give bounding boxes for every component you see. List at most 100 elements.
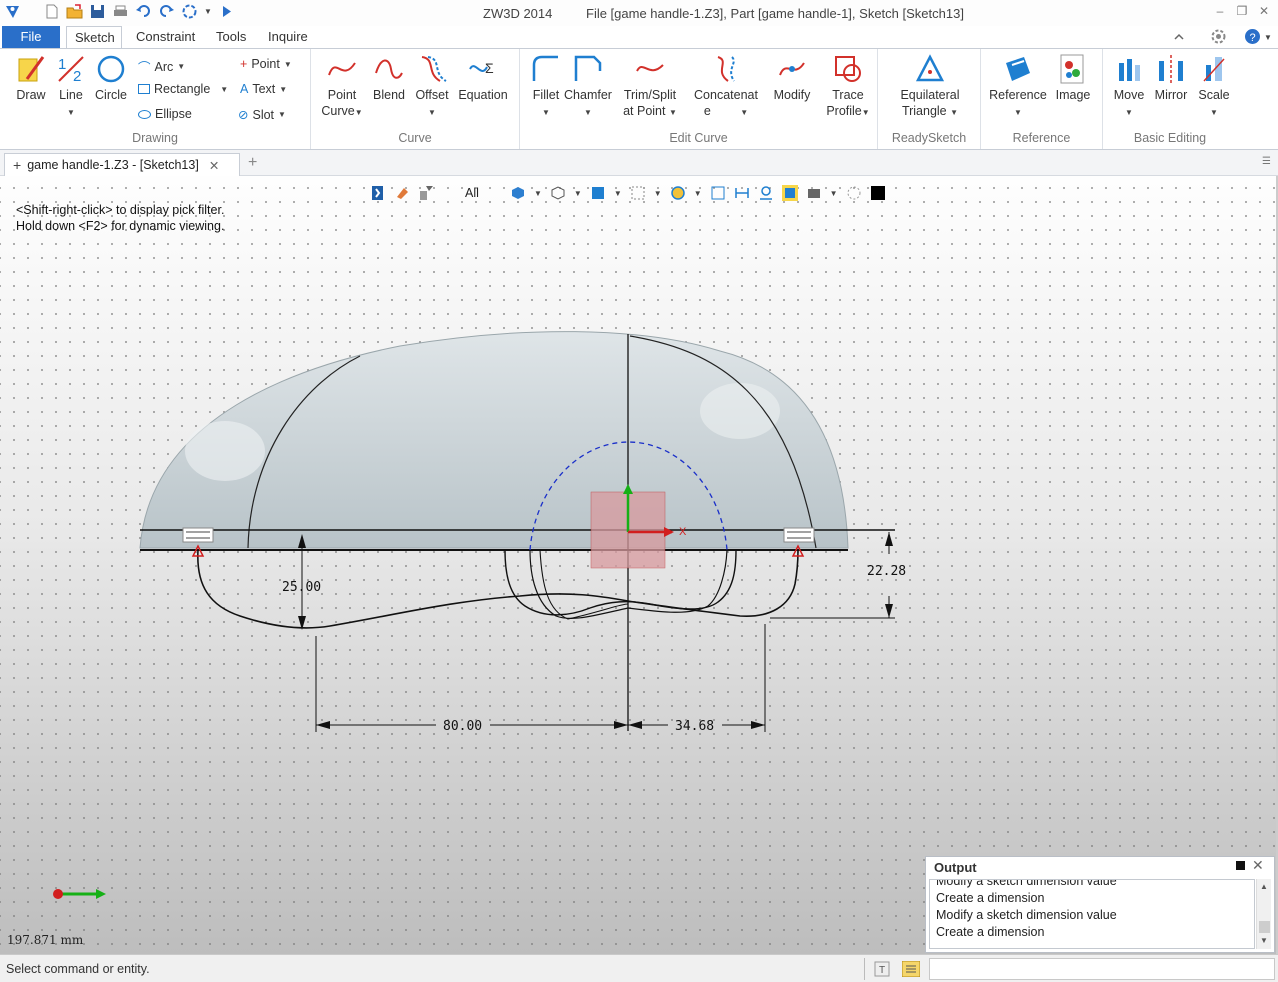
tab-file[interactable]: File — [2, 26, 60, 48]
scale-button[interactable]: Scale ▼ — [1193, 53, 1235, 121]
chamfer-dropdown-icon[interactable]: ▼ — [584, 108, 592, 117]
concatenate-dropdown-icon[interactable]: ▼ — [740, 108, 748, 117]
dimension-25-value[interactable]: 25.00 — [282, 580, 321, 595]
ellipse-button[interactable]: Ellipse — [138, 107, 192, 121]
settings-gear-icon[interactable] — [1210, 28, 1227, 45]
output-log[interactable]: Modify a sketch dimension value Create a… — [929, 879, 1255, 949]
close-tab-icon[interactable]: ✕ — [209, 158, 219, 173]
equilateral-dropdown-icon[interactable]: ▼ — [950, 108, 958, 117]
scale-dropdown-icon[interactable]: ▼ — [1210, 108, 1218, 117]
scroll-down-icon[interactable]: ▼ — [1260, 936, 1268, 945]
open-folder-icon[interactable] — [66, 3, 83, 20]
mirror-button[interactable]: Mirror — [1149, 53, 1193, 103]
slot-dropdown-icon[interactable]: ▼ — [278, 110, 286, 119]
point-button[interactable]: + Point ▼ — [240, 57, 292, 71]
reference-button[interactable]: Reference ▼ — [987, 53, 1049, 121]
fillet-button[interactable]: Fillet ▼ — [526, 53, 566, 121]
redo-icon[interactable] — [158, 3, 175, 20]
dimension-34-value[interactable]: 34.68 — [675, 719, 714, 734]
tab-sketch[interactable]: Sketch — [66, 26, 122, 49]
fillet-dropdown-icon[interactable]: ▼ — [542, 108, 550, 117]
scroll-up-icon[interactable]: ▲ — [1260, 882, 1268, 891]
regen-icon[interactable] — [181, 3, 198, 20]
document-tab[interactable]: + game handle-1.Z3 - [Sketch13] ✕ — [4, 153, 240, 176]
modify-button[interactable]: Modify — [768, 53, 816, 103]
circle-button[interactable]: Circle — [92, 53, 130, 103]
concatenate-button[interactable]: Concatenat e ▼ — [690, 53, 762, 121]
constraint-glyph-right[interactable] — [783, 527, 815, 543]
new-file-icon[interactable] — [43, 3, 60, 20]
close-icon[interactable]: ✕ — [1254, 4, 1274, 20]
status-log-icon[interactable] — [902, 961, 920, 977]
trace-profile-label-1: Trace — [832, 88, 864, 102]
output-pin-icon[interactable] — [1236, 861, 1245, 870]
arc-label: Arc — [154, 59, 174, 74]
point-curve-label-1: Point — [327, 88, 357, 102]
slot-button[interactable]: ⊘ Slot ▼ — [238, 107, 286, 123]
tab-list-icon[interactable]: ☰ — [1262, 156, 1271, 167]
restore-icon[interactable]: ❐ — [1232, 4, 1252, 20]
trace-profile-dropdown-icon[interactable]: ▼ — [862, 108, 870, 117]
group-label-reference: Reference — [1012, 131, 1071, 145]
print-icon[interactable] — [112, 3, 129, 20]
arc-dropdown-icon[interactable]: ▼ — [177, 62, 185, 71]
undo-icon[interactable] — [135, 3, 152, 20]
rectangle-button[interactable]: Rectangle ▼ — [138, 82, 228, 96]
scroll-thumb[interactable] — [1259, 921, 1270, 933]
save-icon[interactable] — [89, 3, 106, 20]
dimension-22-value[interactable]: 22.28 — [867, 564, 906, 579]
arc-button[interactable]: ⌒ Arc ▼ — [138, 57, 185, 76]
pin-icon[interactable]: + — [13, 157, 21, 173]
rectangle-dropdown-icon[interactable]: ▼ — [220, 85, 228, 94]
output-scrollbar[interactable]: ▲ ▼ — [1256, 879, 1271, 949]
move-dropdown-icon[interactable]: ▼ — [1125, 108, 1133, 117]
draw-pencil-icon — [18, 56, 45, 82]
group-label-curve: Curve — [398, 131, 432, 145]
fillet-icon — [532, 55, 558, 81]
dimension-80[interactable]: 80.00 — [315, 636, 628, 734]
offset-button[interactable]: Offset ▼ — [411, 53, 453, 121]
tab-constraint[interactable]: Constraint — [128, 26, 203, 48]
trim-split-dropdown-icon[interactable]: ▼ — [669, 108, 677, 117]
text-button[interactable]: A Text ▼ — [240, 82, 287, 96]
status-mode-icon[interactable]: T — [874, 961, 890, 977]
point-dropdown-icon[interactable]: ▼ — [284, 60, 292, 69]
point-curve-button[interactable]: Point Curve▼ — [319, 53, 365, 121]
sketch-viewport[interactable]: All ▼ ▼ ▼ ▼ ▼ ▼ <Shift-right-click> to d… — [0, 176, 1278, 954]
play-icon[interactable] — [218, 3, 235, 20]
command-input[interactable] — [929, 958, 1275, 980]
image-button[interactable]: Image — [1051, 53, 1095, 103]
chevron-down-icon[interactable]: ▼ — [204, 7, 212, 16]
help-dropdown-icon[interactable]: ▼ — [1264, 33, 1272, 42]
minimize-icon[interactable]: – — [1210, 4, 1230, 20]
tab-tools[interactable]: Tools — [208, 26, 254, 48]
new-tab-icon[interactable]: + — [248, 154, 257, 172]
output-close-icon[interactable]: ✕ — [1252, 857, 1264, 874]
trace-profile-button[interactable]: Trace Profile▼ — [822, 53, 874, 121]
move-button[interactable]: Move ▼ — [1107, 53, 1151, 121]
draw-button[interactable]: Draw — [10, 53, 52, 103]
help-icon[interactable]: ? — [1244, 28, 1261, 45]
blend-button[interactable]: Blend — [369, 53, 409, 103]
text-dropdown-icon[interactable]: ▼ — [279, 85, 287, 94]
tab-inquire[interactable]: Inquire — [260, 26, 316, 48]
equation-button[interactable]: Σ Equation — [455, 53, 511, 103]
reference-dropdown-icon[interactable]: ▼ — [1014, 108, 1022, 117]
trim-split-button[interactable]: Trim/Split at Point ▼ — [618, 53, 682, 121]
dimension-34[interactable]: 34.68 — [628, 624, 766, 734]
line-dropdown-icon[interactable]: ▼ — [67, 108, 75, 117]
trim-split-label-2: at Point — [623, 104, 666, 118]
reference-icon — [1006, 57, 1030, 81]
constraint-glyph-left[interactable] — [182, 527, 214, 543]
trim-split-icon — [636, 64, 664, 72]
point-curve-dropdown-icon[interactable]: ▼ — [355, 108, 363, 117]
collapse-ribbon-icon[interactable] — [1172, 30, 1186, 44]
chamfer-button[interactable]: Chamfer ▼ — [564, 53, 612, 121]
line-button[interactable]: 12 Line ▼ — [52, 53, 90, 121]
equilateral-triangle-button[interactable]: Equilateral Triangle ▼ — [892, 53, 968, 121]
dimension-80-value[interactable]: 80.00 — [443, 719, 482, 734]
offset-dropdown-icon[interactable]: ▼ — [428, 108, 436, 117]
app-logo-icon[interactable] — [4, 3, 21, 20]
modify-label: Modify — [773, 88, 811, 102]
text-icon: A — [240, 82, 249, 96]
